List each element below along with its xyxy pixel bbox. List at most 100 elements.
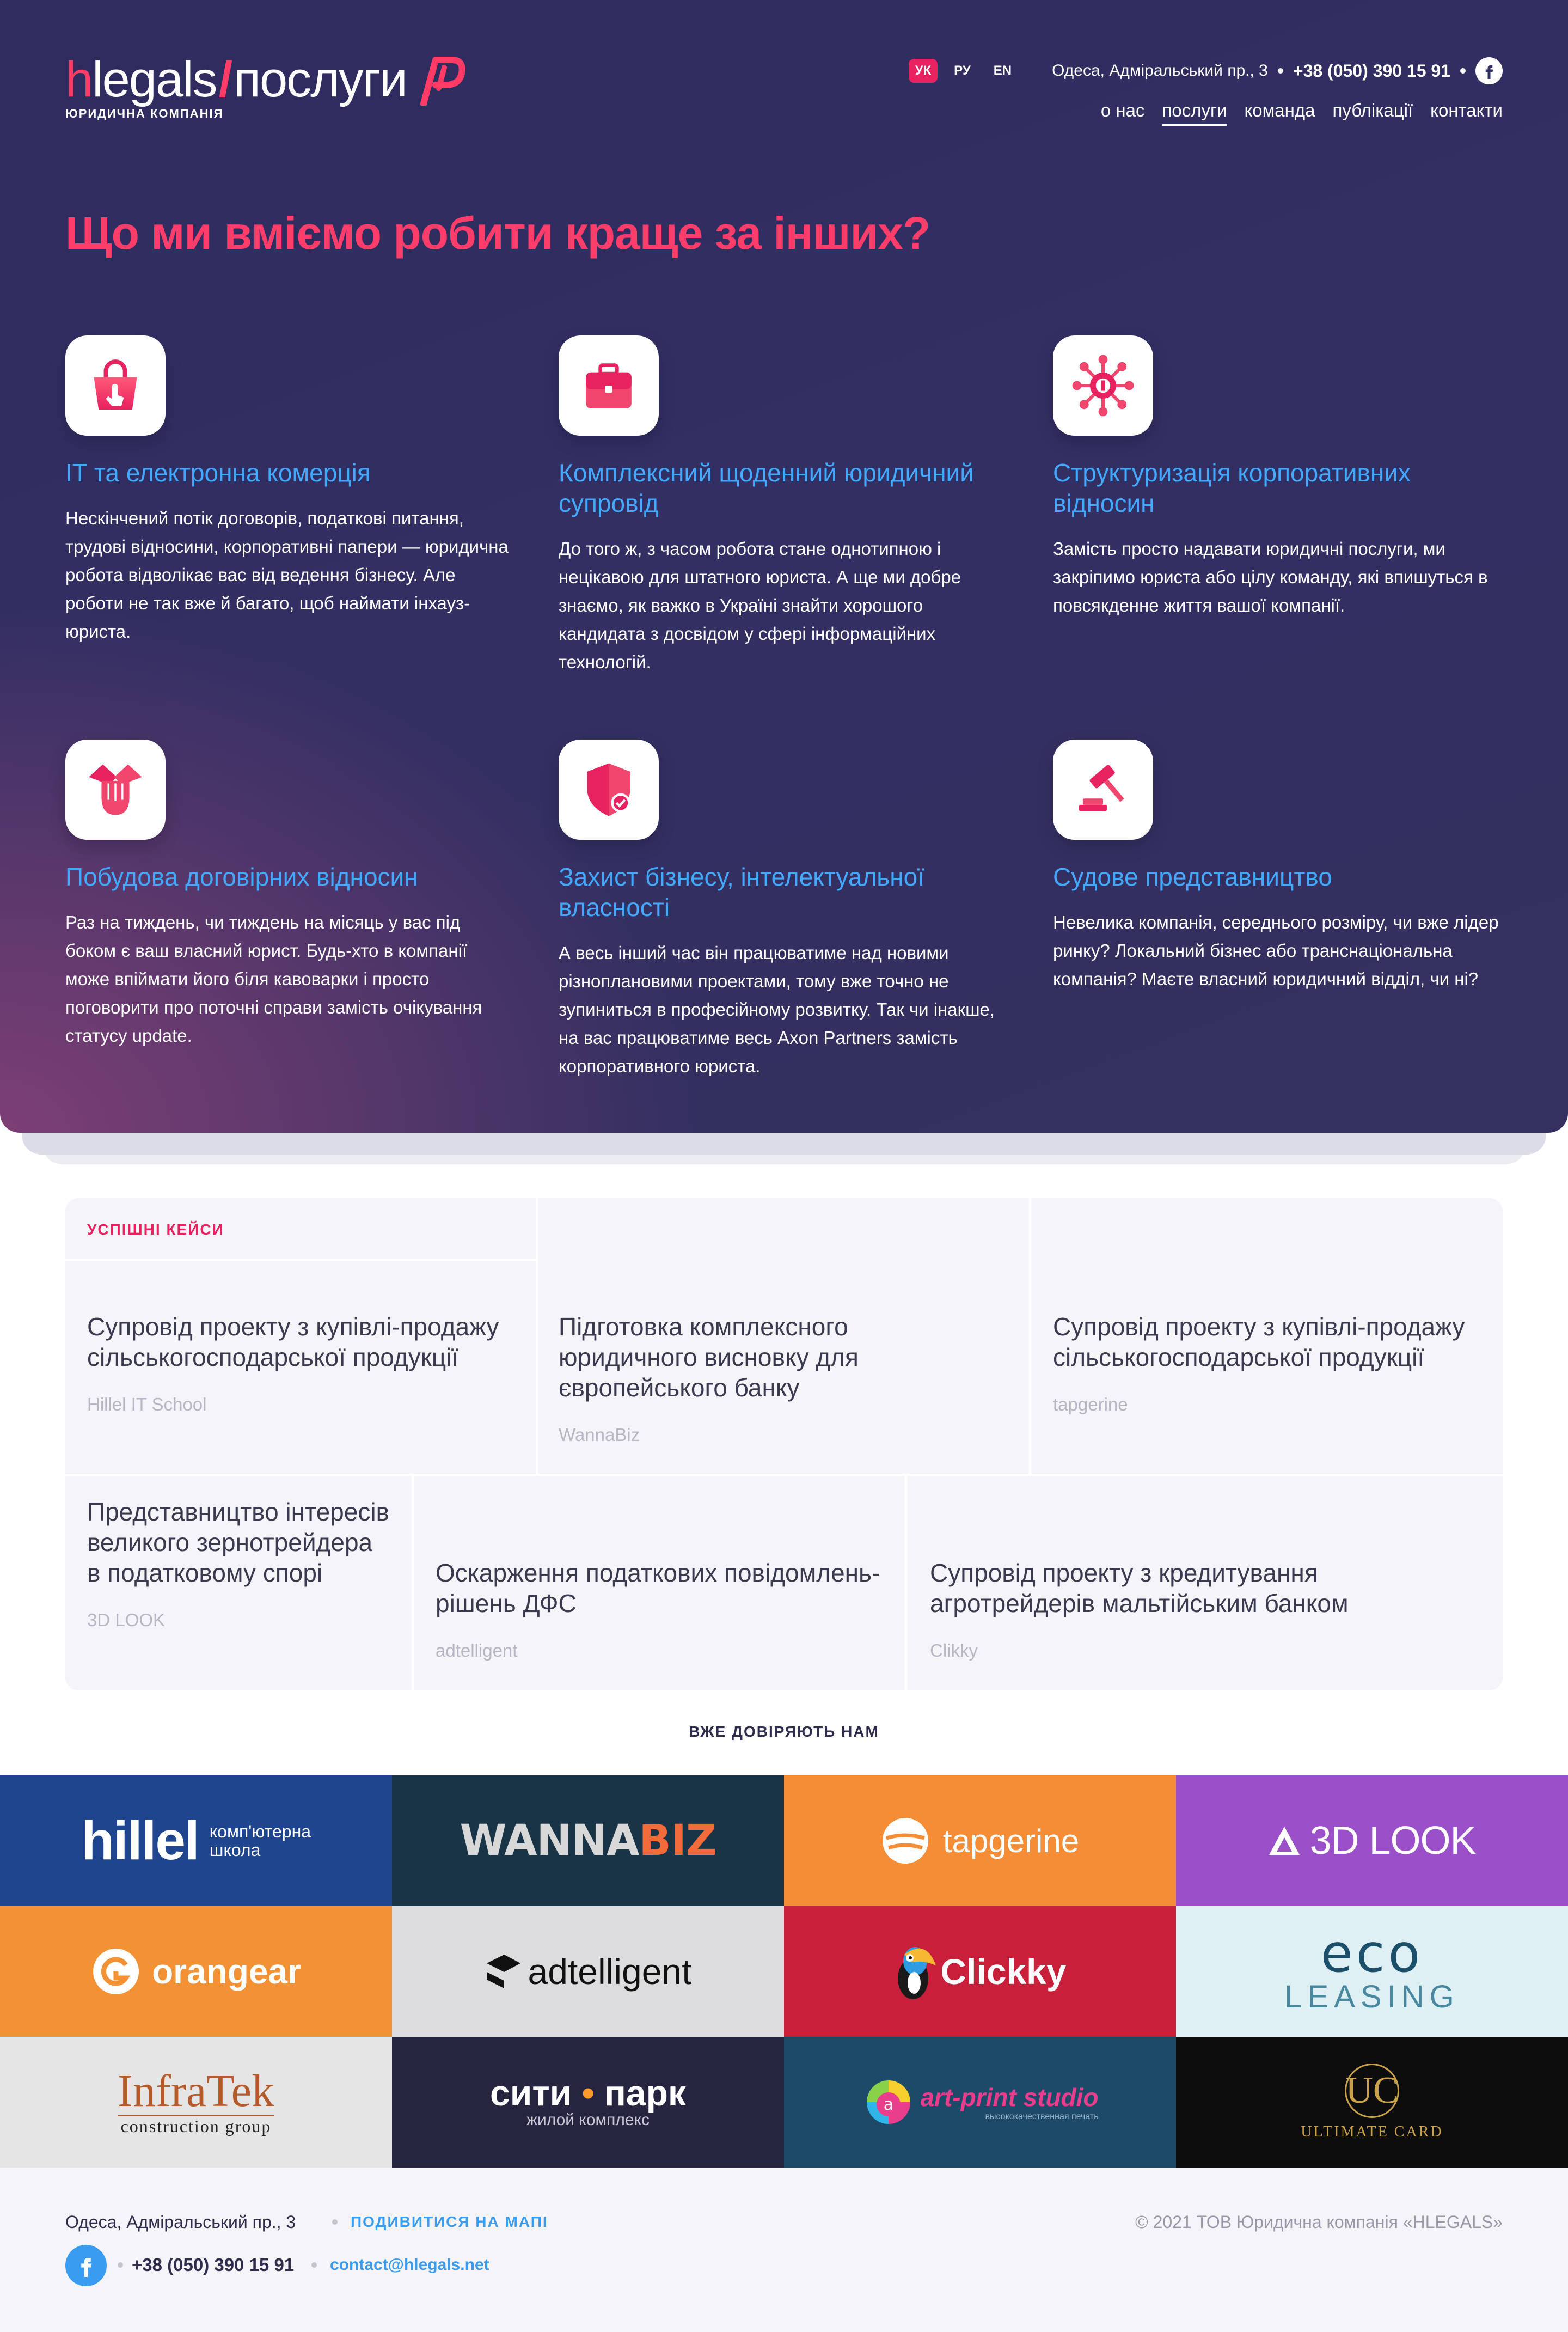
logo-text: 3D LOOK [1309, 1819, 1476, 1863]
logo-mark: UC [1344, 2064, 1399, 2118]
lang-uk[interactable]: УК [908, 59, 938, 83]
copyright: © 2021 ТОВ Юридична компанія «HLEGALS» [1135, 2212, 1503, 2232]
nav-item-contacts[interactable]: контакти [1430, 100, 1503, 126]
main-nav: о нас послуги команда публікації контакт… [1101, 100, 1503, 126]
briefcase-icon [559, 335, 659, 436]
site-logo[interactable]: hhlegalslegals/послуги ЮРИДИЧНА КОМПАНІЯ [65, 52, 479, 129]
logo-text: Clickky [940, 1951, 1067, 1992]
divider [905, 1474, 907, 1690]
separator-dot [1460, 68, 1466, 74]
separator-dot [1277, 68, 1283, 74]
logo-text: hillel [81, 1810, 200, 1871]
logo-text: tapgerine [942, 1822, 1080, 1859]
nav-item-services[interactable]: послуги [1162, 100, 1227, 126]
logo-word: сити [490, 2073, 572, 2113]
facebook-icon[interactable] [65, 2245, 107, 2286]
case-title: Оскарження податкових повідомлень-рішень… [436, 1559, 880, 1617]
service-title: Комплексний щоденний юридичний супровід [559, 459, 974, 517]
logo-infratek[interactable]: InfraTek construction group [0, 2037, 392, 2168]
service-title: IT та електронна комерція [65, 459, 371, 487]
svg-text:a: a [884, 2095, 893, 2114]
footer-email[interactable]: contact@hlegals.net [330, 2256, 489, 2274]
map-link[interactable]: ПОДИВИТИСЯ НА МАПІ [351, 2213, 548, 2231]
logo-dot: • [581, 2073, 595, 2113]
wannabiz-logo: WANNABIZ [460, 1816, 717, 1865]
case-card[interactable]: Супровід проекту з купівлі-продажу сільс… [1053, 1311, 1483, 1415]
logo-tapgerine[interactable]: tapgerine [784, 1775, 1176, 1906]
logo-section: послуги [234, 52, 408, 107]
shopping-bag-icon [65, 335, 166, 436]
logo-wordmark: hhlegalslegals/послуги [65, 52, 408, 107]
logo-orangear[interactable]: orangear [0, 1906, 392, 2037]
service-card: IT та електронна комерція Нескінчений по… [65, 335, 512, 646]
service-card: Комплексний щоденний юридичний супровід … [559, 335, 1005, 676]
logo-word: парк [604, 2073, 686, 2113]
page-title: Що ми вміємо робити краще за інших? [65, 207, 930, 259]
toucan-icon [898, 1947, 936, 1999]
nav-item-publications[interactable]: публікації [1332, 100, 1413, 126]
logo-subtext-line: школа [209, 1840, 261, 1860]
service-text: А весь інший час він працюватиме над нов… [559, 943, 995, 1076]
artprint-logo: a art-print studio высококачественная пе… [861, 2075, 1099, 2129]
orangear-mark-icon [93, 1949, 139, 1994]
orangear-logo: orangear [91, 1946, 301, 1997]
footer-phone[interactable]: +38 (050) 390 15 91 [132, 2255, 294, 2275]
nav-item-team[interactable]: команда [1244, 100, 1315, 126]
service-title: Побудова договірних відносин [65, 863, 418, 891]
map-link-wrap: ПОДИВИТИСЯ НА МАПІ [332, 2213, 548, 2231]
case-card[interactable]: Оскарження податкових повідомлень-рішень… [436, 1558, 882, 1661]
service-text: Замість просто надавати юридичні послуги… [1053, 539, 1488, 615]
service-title: Структуризація корпоративних відносин [1053, 459, 1411, 517]
logo-text: WANNA [460, 1816, 640, 1865]
case-title: Підготовка комплексного юридичного висно… [559, 1312, 859, 1402]
case-client: WannaBiz [559, 1425, 640, 1445]
adtelligent-logo: adtelligent [485, 1951, 691, 1992]
logo-subtext: комп'ютерна школа [210, 1822, 311, 1859]
case-client: tapgerine [1053, 1394, 1128, 1414]
logo-text: сити • парк [490, 2075, 686, 2111]
tapgerine-mark-icon [882, 1818, 928, 1864]
ecoleasing-logo: eco LEASING [1284, 1927, 1460, 2015]
logo-wannabiz[interactable]: WANNABIZ [392, 1775, 784, 1906]
logo-adtelligent[interactable]: adtelligent [392, 1906, 784, 2037]
divider [536, 1198, 538, 1475]
logo-text: InfraTek [118, 2066, 274, 2116]
lang-en[interactable]: EN [987, 59, 1018, 83]
service-card: Судове представництво Невелика компанія,… [1053, 740, 1499, 993]
brand-mark-icon [420, 57, 465, 106]
gavel-icon [1053, 740, 1153, 840]
infratek-logo: InfraTek construction group [118, 2068, 274, 2136]
logo-clickky[interactable]: Clickky [784, 1906, 1176, 2037]
header-phone[interactable]: +38 (050) 390 15 91 [1293, 61, 1450, 81]
service-text: Невелика компанія, середнього розміру, ч… [1053, 912, 1499, 989]
case-card[interactable]: Підготовка комплексного юридичного висно… [559, 1311, 940, 1445]
success-cases: УСПІШНІ КЕЙСИ Супровід проекту з купівлі… [65, 1198, 1503, 1690]
case-card[interactable]: Супровід проекту з купівлі-продажу сільс… [87, 1311, 517, 1415]
logo-text: LEASING [1284, 1979, 1460, 2014]
citypark-logo: сити • парк жилой комплекс [490, 2075, 686, 2129]
logo-textblock: art-print studio высококачественная печа… [920, 2083, 1098, 2122]
service-title: Захист бізнесу, інтелектуальної власност… [559, 863, 925, 921]
case-card[interactable]: Представництво інтересів великого зернот… [87, 1497, 392, 1631]
service-card: Захист бізнесу, інтелектуальної власност… [559, 740, 1005, 1080]
case-title: Супровід проекту з кредитування агротрей… [930, 1559, 1349, 1617]
logo-h: h [65, 52, 93, 107]
nav-item-about[interactable]: о нас [1101, 100, 1145, 126]
divider [1029, 1198, 1031, 1475]
logo-artprint[interactable]: a art-print studio высококачественная пе… [784, 2037, 1176, 2168]
logo-ultimatecard[interactable]: UC ULTIMATE CARD [1176, 2037, 1568, 2168]
logo-hillel[interactable]: hillel комп'ютерна школа [0, 1775, 392, 1906]
shield-check-icon [559, 740, 659, 840]
tapgerine-logo: tapgerine [881, 1816, 1079, 1865]
case-client: Hillel IT School [87, 1394, 207, 1414]
logo-subtext: высококачественная печать [985, 2112, 1099, 2121]
facebook-icon[interactable] [1475, 57, 1503, 84]
logo-citypark[interactable]: сити • парк жилой комплекс [392, 2037, 784, 2168]
logo-ecoleasing[interactable]: eco LEASING [1176, 1906, 1568, 2037]
case-card[interactable]: Супровід проекту з кредитування агротрей… [930, 1558, 1420, 1661]
logo-subtext-line: комп'ютерна [209, 1822, 311, 1841]
logo-text: ULTIMATE CARD [1301, 2123, 1443, 2140]
lang-ru[interactable]: РУ [947, 59, 977, 83]
3dlook-logo: 3D LOOK [1268, 1818, 1477, 1863]
logo-3dlook[interactable]: 3D LOOK [1176, 1775, 1568, 1906]
